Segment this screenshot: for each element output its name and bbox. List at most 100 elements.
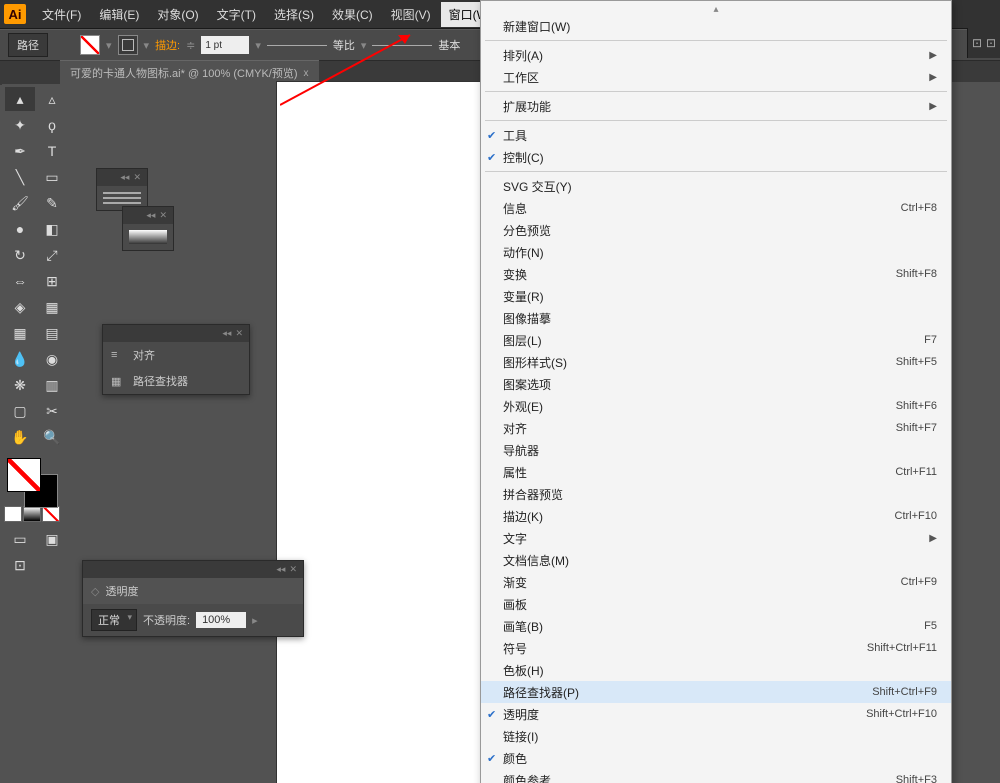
menu-layers[interactable]: 图层(L)F7 (481, 329, 951, 351)
menu-artboards[interactable]: 画板 (481, 593, 951, 615)
pathfinder-icon: ▦ (111, 375, 127, 387)
paintbrush-tool[interactable]: 🖌 (5, 191, 35, 215)
shape-builder-tool[interactable]: ◈ (5, 295, 35, 319)
menu-symbols[interactable]: 符号Shift+Ctrl+F11 (481, 637, 951, 659)
color-mode-gradient[interactable] (23, 506, 41, 522)
color-mode-none[interactable] (42, 506, 60, 522)
menu-pathfinder[interactable]: 路径查找器(P)Shift+Ctrl+F9 (481, 681, 951, 703)
pathfinder-panel-button[interactable]: ▦路径查找器 (103, 368, 249, 394)
menu-control[interactable]: ✔控制(C) (481, 146, 951, 168)
menu-effect[interactable]: 效果(C) (324, 2, 381, 27)
blend-tool[interactable]: ◉ (37, 347, 67, 371)
blob-brush-tool[interactable]: ● (5, 217, 35, 241)
pen-tool[interactable]: ✒ (5, 139, 35, 163)
menu-graphic-styles[interactable]: 图形样式(S)Shift+F5 (481, 351, 951, 373)
menu-extensions[interactable]: 扩展功能▶ (481, 95, 951, 117)
free-transform-tool[interactable]: ⊞ (37, 269, 67, 293)
menu-links[interactable]: 链接(I) (481, 725, 951, 747)
menu-document-info[interactable]: 文档信息(M) (481, 549, 951, 571)
menu-brushes[interactable]: 画笔(B)F5 (481, 615, 951, 637)
collapsed-panel-1[interactable]: ◂◂✕ (96, 168, 148, 211)
menu-pattern-options[interactable]: 图案选项 (481, 373, 951, 395)
collapse-icon[interactable]: ◂◂ (222, 328, 231, 339)
menu-attributes[interactable]: 属性Ctrl+F11 (481, 461, 951, 483)
collapsed-panel-2[interactable]: ◂◂✕ (122, 206, 174, 251)
profile-preview (372, 45, 432, 46)
fill-color-swatch[interactable] (7, 458, 41, 492)
menu-align[interactable]: 对齐Shift+F7 (481, 417, 951, 439)
menu-type[interactable]: 文字▶ (481, 527, 951, 549)
ratio-label: 等比 (333, 37, 355, 53)
selection-tool[interactable]: ▴ (5, 87, 35, 111)
menu-tools[interactable]: ✔工具 (481, 124, 951, 146)
gradient-tool[interactable]: ▤ (37, 321, 67, 345)
menu-arrange[interactable]: 排列(A)▶ (481, 44, 951, 66)
menu-new-window[interactable]: 新建窗口(W) (481, 15, 951, 37)
menu-color[interactable]: ✔颜色 (481, 747, 951, 769)
close-icon[interactable]: ✕ (235, 328, 243, 339)
menu-transparency[interactable]: ✔透明度Shift+Ctrl+F10 (481, 703, 951, 725)
opacity-input[interactable]: 100% (196, 612, 246, 628)
type-tool[interactable]: T (37, 139, 67, 163)
menu-navigator[interactable]: 导航器 (481, 439, 951, 461)
tools-panel: ▴▵ ✦ϙ ✒T ╲▭ 🖌✎ ●◧ ↻⤢ ⇔⊞ ◈▦ ▦▤ 💧◉ ❋▥ ▢✂ ✋… (2, 84, 72, 580)
slice-tool[interactable]: ✂ (37, 399, 67, 423)
mesh-tool[interactable]: ▦ (5, 321, 35, 345)
menu-variables[interactable]: 变量(R) (481, 285, 951, 307)
perspective-tool[interactable]: ▦ (37, 295, 67, 319)
menu-swatches[interactable]: 色板(H) (481, 659, 951, 681)
menu-view[interactable]: 视图(V) (383, 2, 439, 27)
lasso-tool[interactable]: ϙ (37, 113, 67, 137)
line-tool[interactable]: ╲ (5, 165, 35, 189)
artboard-tool[interactable]: ▢ (5, 399, 35, 423)
rectangle-tool[interactable]: ▭ (37, 165, 67, 189)
stroke-swatch[interactable] (118, 35, 138, 55)
zoom-tool[interactable]: 🔍 (37, 425, 67, 449)
menu-drag-handle[interactable]: ▴ (481, 3, 951, 15)
graph-tool[interactable]: ▥ (37, 373, 67, 397)
menu-file[interactable]: 文件(F) (34, 2, 89, 27)
close-tab-icon[interactable]: x (304, 68, 309, 79)
expand-icon[interactable]: ⊡ (972, 36, 982, 50)
rotate-tool[interactable]: ↻ (5, 243, 35, 267)
menu-gradient[interactable]: 渐变Ctrl+F9 (481, 571, 951, 593)
screen-mode-full[interactable]: ▣ (37, 527, 67, 551)
menu-select[interactable]: 选择(S) (266, 2, 322, 27)
menu-actions[interactable]: 动作(N) (481, 241, 951, 263)
scale-tool[interactable]: ⤢ (37, 243, 67, 267)
menu-color-guide[interactable]: 颜色参考Shift+F3 (481, 769, 951, 783)
menu-appearance[interactable]: 外观(E)Shift+F6 (481, 395, 951, 417)
menu-flattener-preview[interactable]: 拼合器预览 (481, 483, 951, 505)
menu-svg-interactivity[interactable]: SVG 交互(Y) (481, 175, 951, 197)
expand-icon2[interactable]: ⊡ (986, 36, 996, 50)
change-screen-mode[interactable]: ⊡ (5, 553, 35, 577)
align-panel-button[interactable]: ≡对齐 (103, 342, 249, 368)
menu-separations-preview[interactable]: 分色预览 (481, 219, 951, 241)
magic-wand-tool[interactable]: ✦ (5, 113, 35, 137)
menu-info[interactable]: 信息Ctrl+F8 (481, 197, 951, 219)
menu-type[interactable]: 文字(T) (209, 2, 264, 27)
menu-image-trace[interactable]: 图像描摹 (481, 307, 951, 329)
pencil-tool[interactable]: ✎ (37, 191, 67, 215)
screen-mode-normal[interactable]: ▭ (5, 527, 35, 551)
dash-preview (267, 45, 327, 46)
eyedropper-tool[interactable]: 💧 (5, 347, 35, 371)
hand-tool[interactable]: ✋ (5, 425, 35, 449)
menu-stroke[interactable]: 描边(K)Ctrl+F10 (481, 505, 951, 527)
close-icon[interactable]: ✕ (289, 564, 297, 575)
blend-mode-select[interactable]: 正常 (91, 609, 137, 631)
symbol-sprayer-tool[interactable]: ❋ (5, 373, 35, 397)
color-mode-fill[interactable] (4, 506, 22, 522)
menu-transform[interactable]: 变换Shift+F8 (481, 263, 951, 285)
width-tool[interactable]: ⇔ (5, 269, 35, 293)
collapse-icon[interactable]: ◂◂ (276, 564, 285, 575)
stroke-weight-input[interactable]: 1 pt (201, 36, 249, 54)
basic-label: 基本 (438, 37, 460, 53)
menu-object[interactable]: 对象(O) (149, 2, 206, 27)
eraser-tool[interactable]: ◧ (37, 217, 67, 241)
transparency-tab[interactable]: 透明度 (105, 583, 138, 599)
direct-selection-tool[interactable]: ▵ (37, 87, 67, 111)
menu-workspace[interactable]: 工作区▶ (481, 66, 951, 88)
fill-swatch[interactable] (80, 35, 100, 55)
menu-edit[interactable]: 编辑(E) (91, 2, 147, 27)
